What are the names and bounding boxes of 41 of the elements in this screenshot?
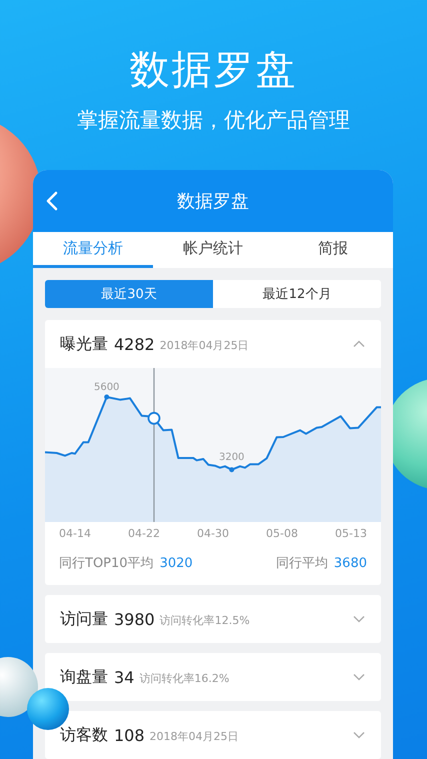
metric-name: 曝光量 [60,334,108,354]
metric-card[interactable]: 访问量 3980 访问转化率12.5% [45,595,381,643]
hero-title: 数据罗盘 [130,46,298,95]
hero-subtitle: 掌握流量数据，优化产品管理 [77,107,350,134]
benchmark-value: 3680 [334,556,367,570]
expand-icon[interactable] [353,731,365,739]
tab[interactable]: 流量分析 [33,232,153,268]
metric-name: 访客数 [60,724,108,746]
collapse-icon[interactable] [353,340,365,348]
metric-card[interactable]: 访客数 108 2018年04月25日 [45,711,381,759]
metric-name: 询盘量 [60,666,108,688]
range-toggle-button[interactable]: 最近30天 [45,280,213,308]
metric-note: 访问转化率12.5% [160,612,250,628]
expand-icon[interactable] [353,673,365,681]
point-label: 5600 [94,382,120,393]
axis-label: 05-13 [335,527,367,542]
tab[interactable]: 简报 [273,232,393,268]
metric-value: 3980 [114,610,155,628]
metric-note: 2018年04月25日 [160,338,249,352]
metric-note: 访问转化率16.2% [139,670,230,686]
point-label: 3200 [218,452,244,463]
benchmark-value: 3020 [160,556,193,570]
cursor-line[interactable] [153,368,155,522]
benchmark-label: 同行TOP10平均 [59,555,154,572]
metric-value: 108 [114,726,145,744]
selected-point-icon[interactable] [148,412,160,425]
metric-note: 2018年04月25日 [150,728,239,744]
metric-card[interactable]: 询盘量 34 访问转化率16.2% [45,653,381,701]
tab[interactable]: 帐户统计 [153,232,273,268]
axis-label: 04-22 [128,527,160,542]
back-icon[interactable] [46,191,58,211]
expand-icon[interactable] [353,615,365,623]
metric-card[interactable]: 曝光量 4282 2018年04月25日 5600 3200 04-14 04-22 04-30 05-08 05-13 同行TOP10平均 3020 同行平均 3680 [45,320,381,585]
axis-label: 04-30 [197,527,229,542]
axis-label: 04-14 [59,527,91,542]
axis-label: 05-08 [266,527,298,542]
metric-name: 访问量 [60,608,108,630]
metric-value: 4282 [114,334,155,354]
metric-value: 34 [114,668,134,686]
nav-title: 数据罗盘 [177,190,249,213]
benchmark-label: 同行平均 [276,555,328,572]
